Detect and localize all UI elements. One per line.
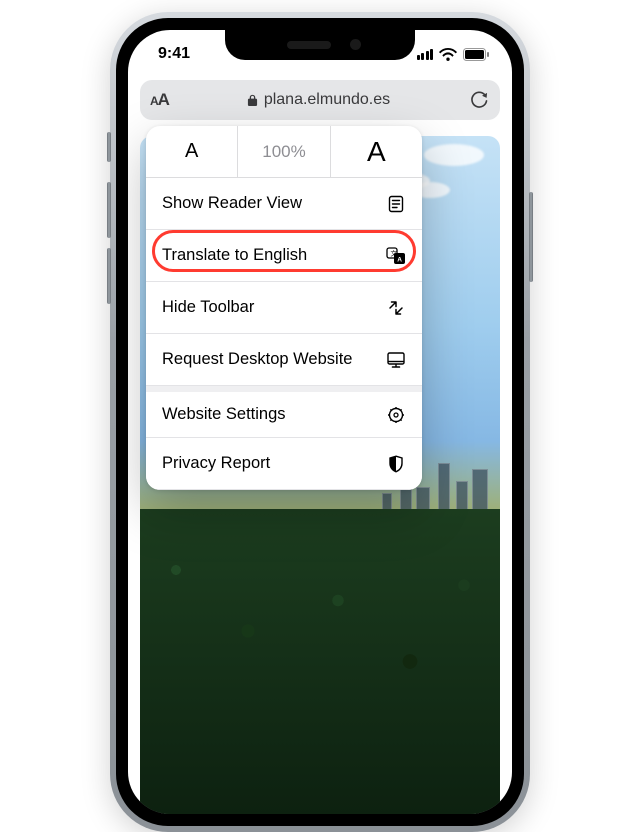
aa-button[interactable]: AA bbox=[150, 90, 169, 110]
menu-item-hide-toolbar[interactable]: Hide Toolbar bbox=[146, 282, 422, 334]
shield-icon bbox=[386, 454, 406, 474]
menu-item-label: Translate to English bbox=[162, 246, 307, 265]
screen: 9:41 AA plana.elmundo.es bbox=[128, 30, 512, 814]
battery-icon bbox=[463, 48, 490, 61]
menu-item-label: Show Reader View bbox=[162, 194, 302, 213]
zoom-out-button[interactable]: A bbox=[146, 126, 237, 177]
url-text: plana.elmundo.es bbox=[264, 91, 390, 109]
svg-text:A: A bbox=[397, 256, 402, 263]
menu-item-privacy[interactable]: Privacy Report bbox=[146, 438, 422, 490]
zoom-segment: A 100% A bbox=[146, 126, 422, 178]
desktop-icon bbox=[386, 350, 406, 370]
aa-popover: A 100% A Show Reader View Tr bbox=[146, 126, 422, 490]
url-display[interactable]: plana.elmundo.es bbox=[169, 91, 468, 109]
menu-item-label: Privacy Report bbox=[162, 454, 270, 473]
reload-icon[interactable] bbox=[468, 89, 490, 111]
status-time: 9:41 bbox=[158, 45, 190, 63]
menu-item-label: Request Desktop Website bbox=[162, 350, 352, 369]
url-bar[interactable]: AA plana.elmundo.es bbox=[140, 80, 500, 120]
expand-icon bbox=[386, 298, 406, 318]
zoom-in-button[interactable]: A bbox=[331, 126, 422, 177]
menu-item-settings[interactable]: Website Settings bbox=[146, 386, 422, 438]
menu-item-desktop[interactable]: Request Desktop Website bbox=[146, 334, 422, 386]
translate-icon: 文A bbox=[386, 246, 406, 266]
wifi-icon bbox=[439, 48, 457, 61]
menu-item-reader[interactable]: Show Reader View bbox=[146, 178, 422, 230]
lock-icon bbox=[247, 94, 258, 107]
notch bbox=[225, 30, 415, 60]
menu-item-label: Website Settings bbox=[162, 405, 286, 424]
reader-icon bbox=[386, 194, 406, 214]
menu-item-label: Hide Toolbar bbox=[162, 298, 254, 317]
iphone-frame: 9:41 AA plana.elmundo.es bbox=[110, 12, 530, 832]
menu-item-translate[interactable]: Translate to English 文A bbox=[146, 230, 422, 282]
gear-icon bbox=[386, 405, 406, 425]
cellular-icon bbox=[417, 49, 434, 60]
zoom-level[interactable]: 100% bbox=[237, 126, 330, 177]
